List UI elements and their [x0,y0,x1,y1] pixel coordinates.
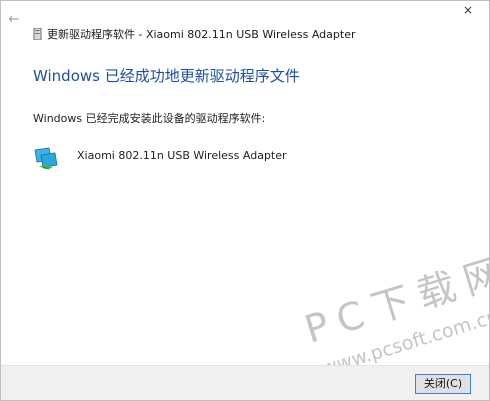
close-button[interactable]: 关闭(C) [415,374,471,394]
install-description: Windows 已经完成安装此设备的驱动程序软件: [33,112,266,125]
dialog-footer: 关闭(C) [1,365,489,400]
device-small-icon [33,28,42,40]
driver-update-dialog: ← 更新驱动程序软件 - Xiaomi 802.11n USB Wireless… [0,0,490,401]
close-icon[interactable]: × [455,1,481,21]
window-title: 更新驱动程序软件 - Xiaomi 802.11n USB Wireless A… [47,28,356,41]
title-bar: ← 更新驱动程序软件 - Xiaomi 802.11n USB Wireless… [1,1,489,41]
network-adapter-icon [34,147,58,170]
back-arrow-icon[interactable]: ← [7,13,21,27]
page-heading: Windows 已经成功地更新驱动程序文件 [33,67,300,85]
device-name: Xiaomi 802.11n USB Wireless Adapter [77,149,287,162]
